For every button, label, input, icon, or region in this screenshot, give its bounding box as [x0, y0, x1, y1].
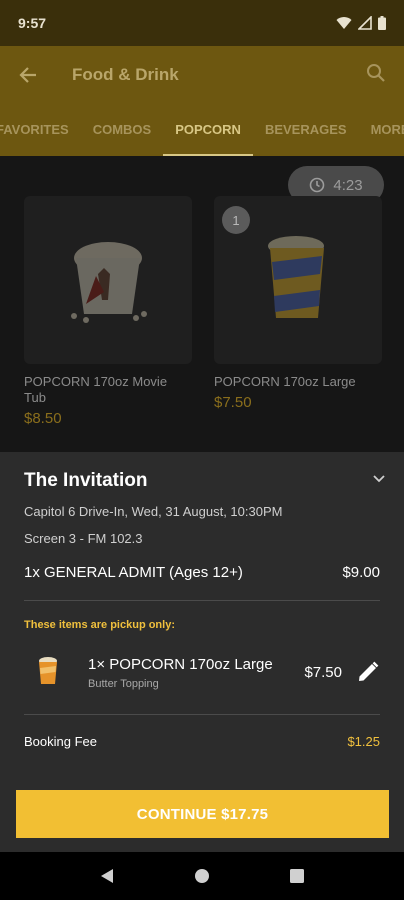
- item-modifier: Butter Topping: [88, 678, 159, 690]
- category-tabs: FAVORITES COMBOS POPCORN BEVERAGES MORE …: [0, 104, 404, 156]
- status-bar: 9:57: [0, 0, 404, 46]
- ticket-label: 1x GENERAL ADMIT (Ages 12+): [24, 564, 243, 581]
- chevron-down-icon[interactable]: [372, 472, 386, 486]
- signal-icon: [358, 16, 372, 30]
- tab-combos[interactable]: COMBOS: [81, 104, 164, 156]
- status-icons: [336, 16, 386, 30]
- battery-icon: [378, 16, 386, 30]
- product-name: POPCORN 170oz Movie Tub: [24, 374, 168, 405]
- venue-datetime: Capitol 6 Drive-In, Wed, 31 August, 10:3…: [24, 504, 283, 519]
- wifi-icon: [336, 17, 352, 29]
- item-price: $7.50: [304, 664, 342, 681]
- booking-fee-row: Booking Fee $1.25: [24, 734, 380, 749]
- popcorn-tub-image: [71, 242, 147, 323]
- search-icon: [367, 63, 385, 82]
- divider: [24, 600, 380, 601]
- tab-beverages[interactable]: BEVERAGES: [253, 104, 359, 156]
- continue-button[interactable]: CONTINUE $17.75: [16, 790, 389, 838]
- clock-icon: [310, 177, 325, 193]
- item-name: 1× POPCORN 170oz Large: [88, 656, 273, 673]
- ticket-price: $9.00: [342, 564, 380, 581]
- fee-value: $1.25: [347, 734, 380, 749]
- product-card-movie-tub[interactable]: [24, 196, 192, 364]
- product-price: $7.50: [214, 394, 252, 411]
- divider: [24, 714, 380, 715]
- product-card-large[interactable]: 1: [214, 196, 382, 364]
- tab-favorites[interactable]: FAVORITES: [0, 104, 81, 156]
- page-title: Food & Drink: [72, 65, 179, 84]
- product-name: POPCORN 170oz Large: [214, 374, 356, 389]
- system-nav-bar: [0, 852, 404, 900]
- fee-label: Booking Fee: [24, 734, 97, 749]
- product-price: $8.50: [24, 410, 62, 427]
- tab-more[interactable]: MORE I: [359, 104, 404, 156]
- ticket-row: 1x GENERAL ADMIT (Ages 12+) $9.00: [24, 564, 380, 581]
- search-button[interactable]: [366, 63, 386, 88]
- screen-info: Screen 3 - FM 102.3: [24, 531, 143, 546]
- recents-nav-icon[interactable]: [290, 869, 304, 883]
- popcorn-thumbnail: [39, 657, 57, 684]
- order-item-row: 1× POPCORN 170oz Large Butter Topping $7…: [24, 650, 380, 700]
- edit-pencil-icon[interactable]: [356, 660, 380, 684]
- product-grid: 4:23 1 POPCORN 170oz Movie Tub $8.50 POP…: [0, 156, 404, 452]
- timer-value: 4:23: [333, 176, 363, 194]
- order-summary-sheet: The Invitation Capitol 6 Drive-In, Wed, …: [0, 452, 404, 852]
- back-nav-icon[interactable]: [100, 868, 114, 884]
- app-bar: Food & Drink: [0, 46, 404, 104]
- movie-title: The Invitation: [24, 470, 148, 491]
- popcorn-bag-image: [268, 236, 324, 318]
- pickup-note: These items are pickup only:: [24, 619, 175, 631]
- back-arrow-icon[interactable]: [18, 65, 38, 85]
- tab-popcorn[interactable]: POPCORN: [163, 104, 253, 156]
- status-time: 9:57: [18, 15, 47, 31]
- home-nav-icon[interactable]: [194, 868, 210, 884]
